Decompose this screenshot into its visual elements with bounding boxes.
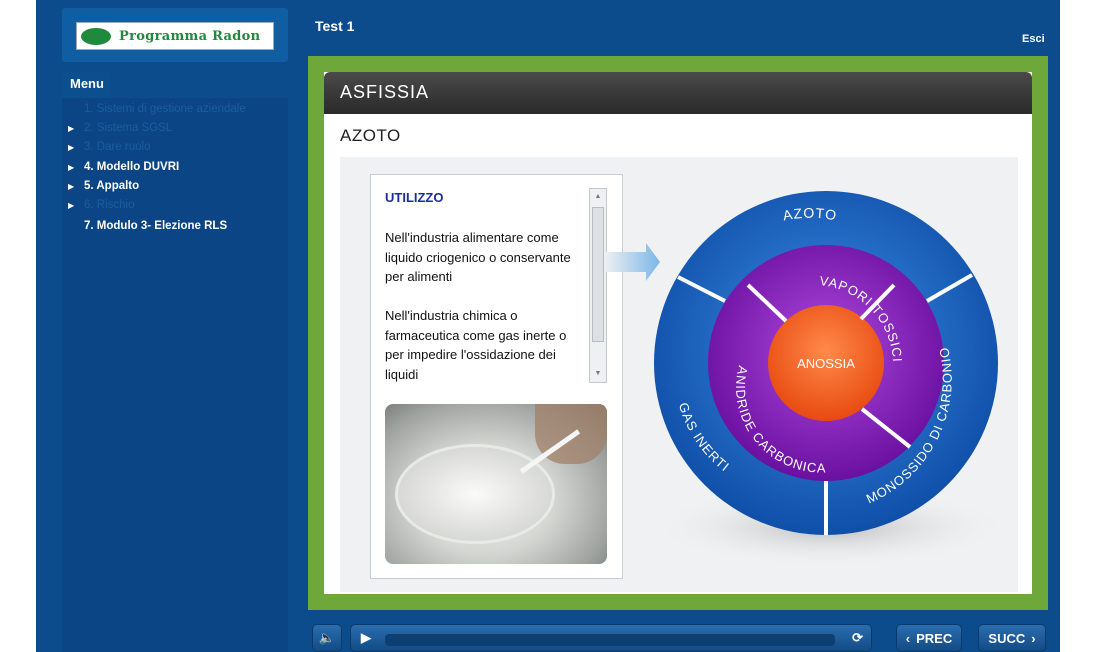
slide-content: UTILIZZO Nell'industria alimentare come … xyxy=(340,157,1018,592)
chevron-right-icon: › xyxy=(1031,630,1036,646)
menu-item-label: 1. Sistemi di gestione aziendale xyxy=(84,103,246,115)
menu-item-7[interactable]: 7. Modulo 3- Elezione RLS xyxy=(68,217,227,235)
menu-item-label: 4. Modello DUVRI xyxy=(84,161,180,173)
logo-text: Programma Radon xyxy=(119,28,261,44)
photo-dish xyxy=(395,444,555,544)
menu-item-label: 6. Rischio xyxy=(84,199,135,211)
play-icon[interactable]: ▶ xyxy=(361,630,371,646)
next-button[interactable]: SUCC › xyxy=(978,624,1046,652)
menu-item-2[interactable]: ▶ 2. Sistema SGSL xyxy=(68,119,172,137)
expand-arrow-icon[interactable]: ▶ xyxy=(68,201,84,210)
volume-button[interactable]: 🔈 xyxy=(312,624,342,652)
replay-icon[interactable]: ⟳ xyxy=(852,630,863,646)
info-paragraph-1: Nell'industria alimentare come liquido c… xyxy=(385,230,571,284)
course-player: Programma Radon Test 1 Esci Menu 1. Sist… xyxy=(36,0,1060,652)
prev-button[interactable]: ‹ PREC xyxy=(896,624,962,652)
slide-title: ASFISSIA xyxy=(340,82,430,102)
chevron-left-icon: ‹ xyxy=(905,630,911,646)
menu-item-label: 2. Sistema SGSL xyxy=(84,122,173,134)
info-paragraph-2: Nell'industria chimica o farmaceutica co… xyxy=(385,308,567,382)
prev-label: PREC xyxy=(916,630,953,646)
speaker-icon: 🔈 xyxy=(318,630,336,645)
menu-item-label: 7. Modulo 3- Elezione RLS xyxy=(84,220,228,232)
hazard-diagram: AZOTO VAPORI TOSSICI ANIDRIDE CARBONICA … xyxy=(604,191,1010,567)
right-margin xyxy=(1060,0,1096,652)
liquid-nitrogen-photo xyxy=(385,404,607,564)
course-title: Test 1 xyxy=(315,18,355,34)
slide: ASFISSIA AZOTO UTILIZZO Nell'industria a… xyxy=(324,72,1032,594)
logo-emblem-icon xyxy=(81,27,111,45)
menu-item-3[interactable]: ▶ 3. Dare ruolo xyxy=(68,138,150,156)
label-azoto: AZOTO xyxy=(781,205,838,224)
menu-tab[interactable]: Menu xyxy=(62,72,110,98)
menu-item-4[interactable]: ▶ 4. Modello DUVRI xyxy=(68,158,179,176)
slide-header: ASFISSIA xyxy=(324,72,1032,114)
left-margin xyxy=(0,0,36,652)
menu-item-6[interactable]: ▶ 6. Rischio xyxy=(68,196,135,214)
expand-arrow-icon[interactable]: ▶ xyxy=(68,163,84,172)
menu-item-label: 3. Dare ruolo xyxy=(84,141,151,153)
info-panel: UTILIZZO Nell'industria alimentare come … xyxy=(370,174,623,579)
menu-item-1[interactable]: 1. Sistemi di gestione aziendale xyxy=(68,100,246,118)
logo-container: Programma Radon xyxy=(62,8,288,62)
exit-button[interactable]: Esci xyxy=(1022,33,1045,45)
info-title: UTILIZZO xyxy=(385,190,444,205)
expand-arrow-icon[interactable]: ▶ xyxy=(68,124,84,133)
seek-bar-container: ▶ ⟳ xyxy=(350,624,872,652)
menu-item-label: 5. Appalto xyxy=(84,180,140,192)
player-controls: 🔈 ▶ ⟳ ‹ PREC SUCC › xyxy=(308,624,1048,652)
logo: Programma Radon xyxy=(76,22,274,50)
next-label: SUCC xyxy=(988,630,1026,646)
expand-arrow-icon[interactable]: ▶ xyxy=(68,143,84,152)
label-anossia: ANOSSIA xyxy=(797,356,855,371)
slide-subtitle: AZOTO xyxy=(340,126,401,145)
menu-panel: 1. Sistemi di gestione aziendale ▶ 2. Si… xyxy=(62,98,288,652)
expand-arrow-icon[interactable]: ▶ xyxy=(68,182,84,191)
arrow-right-icon xyxy=(604,243,660,281)
seek-bar[interactable] xyxy=(385,634,835,646)
slide-stage: ASFISSIA AZOTO UTILIZZO Nell'industria a… xyxy=(308,56,1048,610)
menu-item-5[interactable]: ▶ 5. Appalto xyxy=(68,177,139,195)
